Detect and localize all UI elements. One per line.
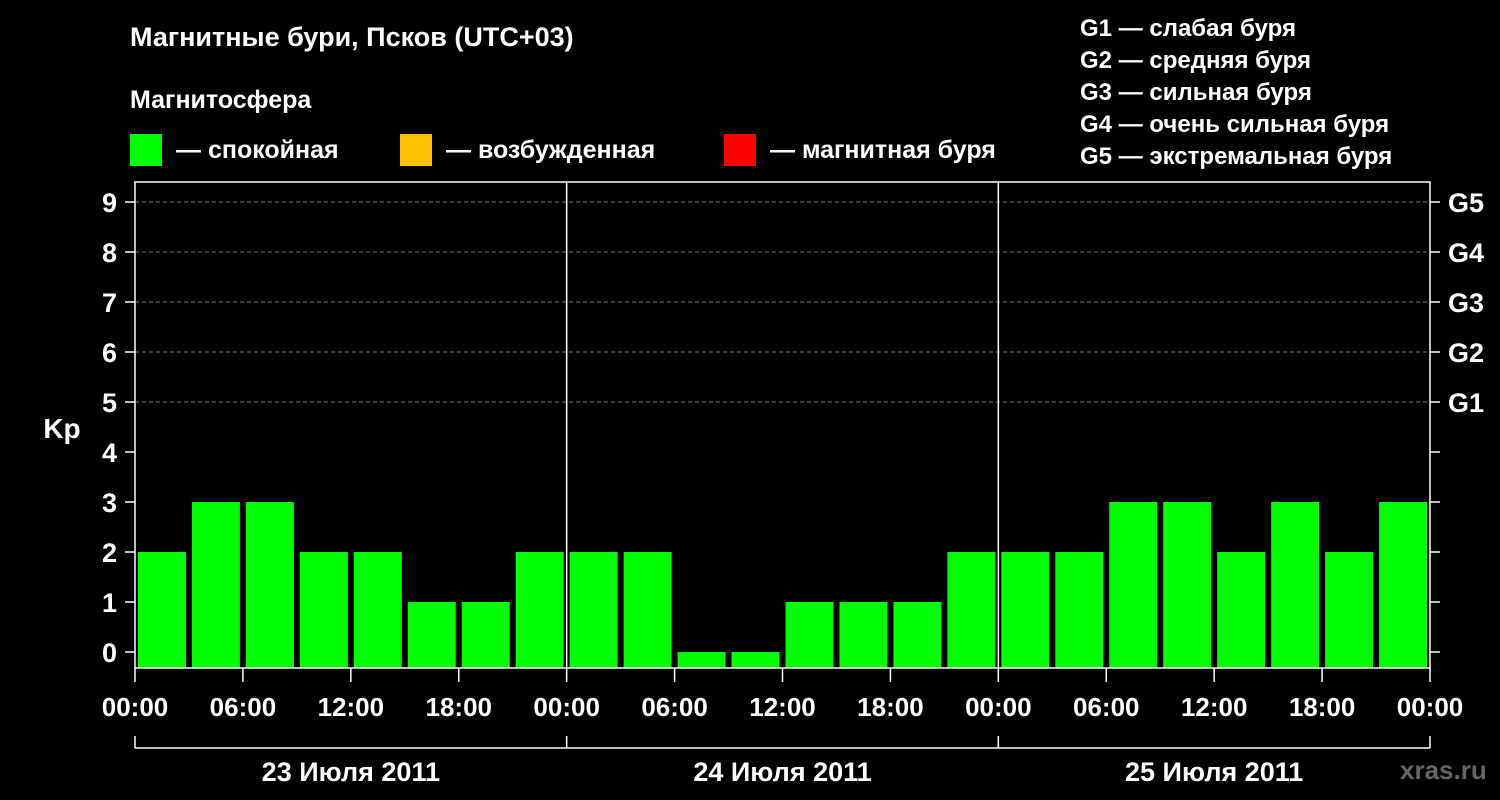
bar-6	[461, 602, 510, 668]
bar-19	[1163, 502, 1212, 668]
bar-12	[785, 602, 834, 668]
bar-15	[947, 552, 996, 668]
bar-9	[623, 552, 672, 668]
bar-1	[191, 502, 240, 668]
right-axis-label-g3: G3	[1448, 288, 1484, 318]
right-axis-label-g1: G1	[1448, 388, 1484, 418]
bar-23	[1379, 502, 1427, 668]
y-tick-label-5: 5	[102, 388, 117, 418]
x-tick-label-2: 12:00	[318, 692, 385, 722]
y-tick-label-3: 3	[102, 488, 117, 518]
x-tick-label-11: 18:00	[1289, 692, 1356, 722]
right-axis-label-g2: G2	[1448, 338, 1484, 368]
kp-bar-chart: 0 1 2 3 4 5 6 7 8 9 G1 G2 G3 G4 G5 Kp 00:00 06:00 12:00 18:…	[43, 181, 1484, 787]
y-tick-label-1: 1	[102, 588, 117, 618]
axis-labels: 0 1 2 3 4 5 6 7 8 9 G1 G2 G3 G4 G5 Kp 00:00 06:00 12:00 18:…	[43, 188, 1484, 787]
watermark: xras.ru	[1400, 755, 1487, 785]
day-label-2: 25 Июля 2011	[1125, 757, 1303, 787]
bar-14	[893, 602, 942, 668]
x-tick-label-8: 00:00	[965, 692, 1032, 722]
y-tick-label-0: 0	[102, 638, 117, 668]
x-tick-label-5: 06:00	[641, 692, 708, 722]
bar-21	[1271, 502, 1320, 668]
right-axis-label-g5: G5	[1448, 188, 1484, 218]
bars	[138, 502, 1427, 668]
y-axis-label: Kp	[43, 413, 80, 444]
bar-16	[1001, 552, 1050, 668]
bar-18	[1109, 502, 1158, 668]
x-tick-label-6: 12:00	[749, 692, 816, 722]
x-tick-label-0: 00:00	[102, 692, 169, 722]
bar-10	[677, 652, 726, 668]
bar-22	[1325, 552, 1374, 668]
x-tick-label-10: 12:00	[1181, 692, 1248, 722]
bar-7	[515, 552, 564, 668]
bar-4	[353, 552, 402, 668]
bar-13	[839, 602, 888, 668]
bar-8	[569, 552, 618, 668]
day-label-0: 23 Июля 2011	[262, 757, 440, 787]
bar-17	[1055, 552, 1104, 668]
bar-11	[731, 652, 780, 668]
y-tick-label-2: 2	[102, 538, 117, 568]
x-tick-label-4: 00:00	[533, 692, 600, 722]
grid-lines	[135, 201, 1430, 403]
bar-3	[299, 552, 348, 668]
x-tick-label-3: 18:00	[426, 692, 493, 722]
bar-0	[138, 552, 186, 668]
bar-20	[1217, 552, 1266, 668]
y-tick-label-6: 6	[102, 338, 117, 368]
bar-2	[245, 502, 294, 668]
y-tick-label-7: 7	[102, 288, 117, 318]
x-tick-label-12: 00:00	[1397, 692, 1464, 722]
y-tick-label-9: 9	[102, 188, 117, 218]
x-tick-label-7: 18:00	[857, 692, 924, 722]
x-tick-label-1: 06:00	[210, 692, 277, 722]
day-label-1: 24 Июля 2011	[693, 757, 871, 787]
y-tick-label-4: 4	[102, 438, 117, 468]
right-axis-label-g4: G4	[1448, 238, 1484, 268]
bar-5	[407, 602, 456, 668]
x-tick-label-9: 06:00	[1073, 692, 1140, 722]
y-tick-label-8: 8	[102, 238, 117, 268]
